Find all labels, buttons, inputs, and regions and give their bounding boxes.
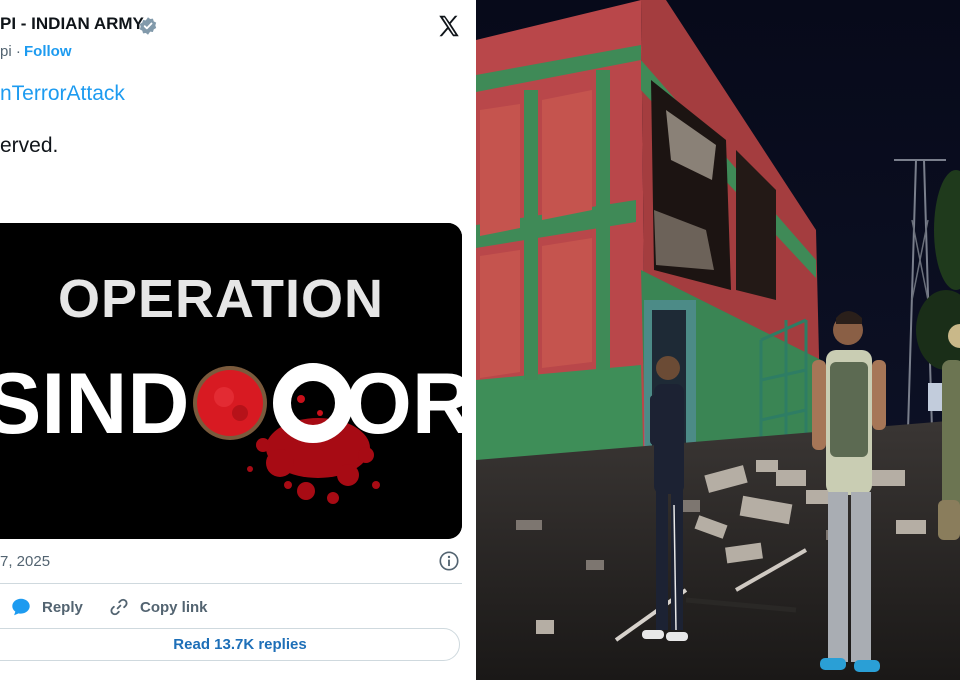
tweet-card: PI - INDIAN ARMY pi · Follow nTerrorAtta… <box>0 0 476 680</box>
media-title-sindoor-left: SIND <box>0 356 189 452</box>
hashtag-link[interactable]: nTerrorAttack <box>0 82 125 106</box>
copy-link-icon <box>110 598 128 616</box>
divider <box>0 583 462 584</box>
verified-badge-icon <box>139 17 157 35</box>
media-title-sindoor-right: OR <box>345 356 462 452</box>
account-name[interactable]: PI - INDIAN ARMY <box>0 14 144 34</box>
tweet-date[interactable]: 7, 2025 <box>0 553 50 570</box>
account-handle: pi · <box>0 43 21 60</box>
follow-button[interactable]: Follow <box>24 43 72 60</box>
copy-link-button[interactable]: Copy link <box>108 596 208 618</box>
reply-icon <box>12 598 30 616</box>
info-icon[interactable] <box>438 550 460 572</box>
media-title-operation: OPERATION <box>58 269 384 329</box>
damaged-building-photo <box>476 0 960 680</box>
copy-link-label: Copy link <box>140 598 208 616</box>
x-logo-icon[interactable] <box>436 13 462 39</box>
tweet-text: erved. <box>0 134 59 157</box>
reply-button[interactable]: Reply <box>10 596 83 618</box>
tweet-media-image[interactable]: OPERATION SIND OR <box>0 223 462 539</box>
read-replies-button[interactable]: Read 13.7K replies <box>0 628 460 661</box>
reply-label: Reply <box>42 598 83 616</box>
read-replies-label: Read 13.7K replies <box>173 636 307 653</box>
